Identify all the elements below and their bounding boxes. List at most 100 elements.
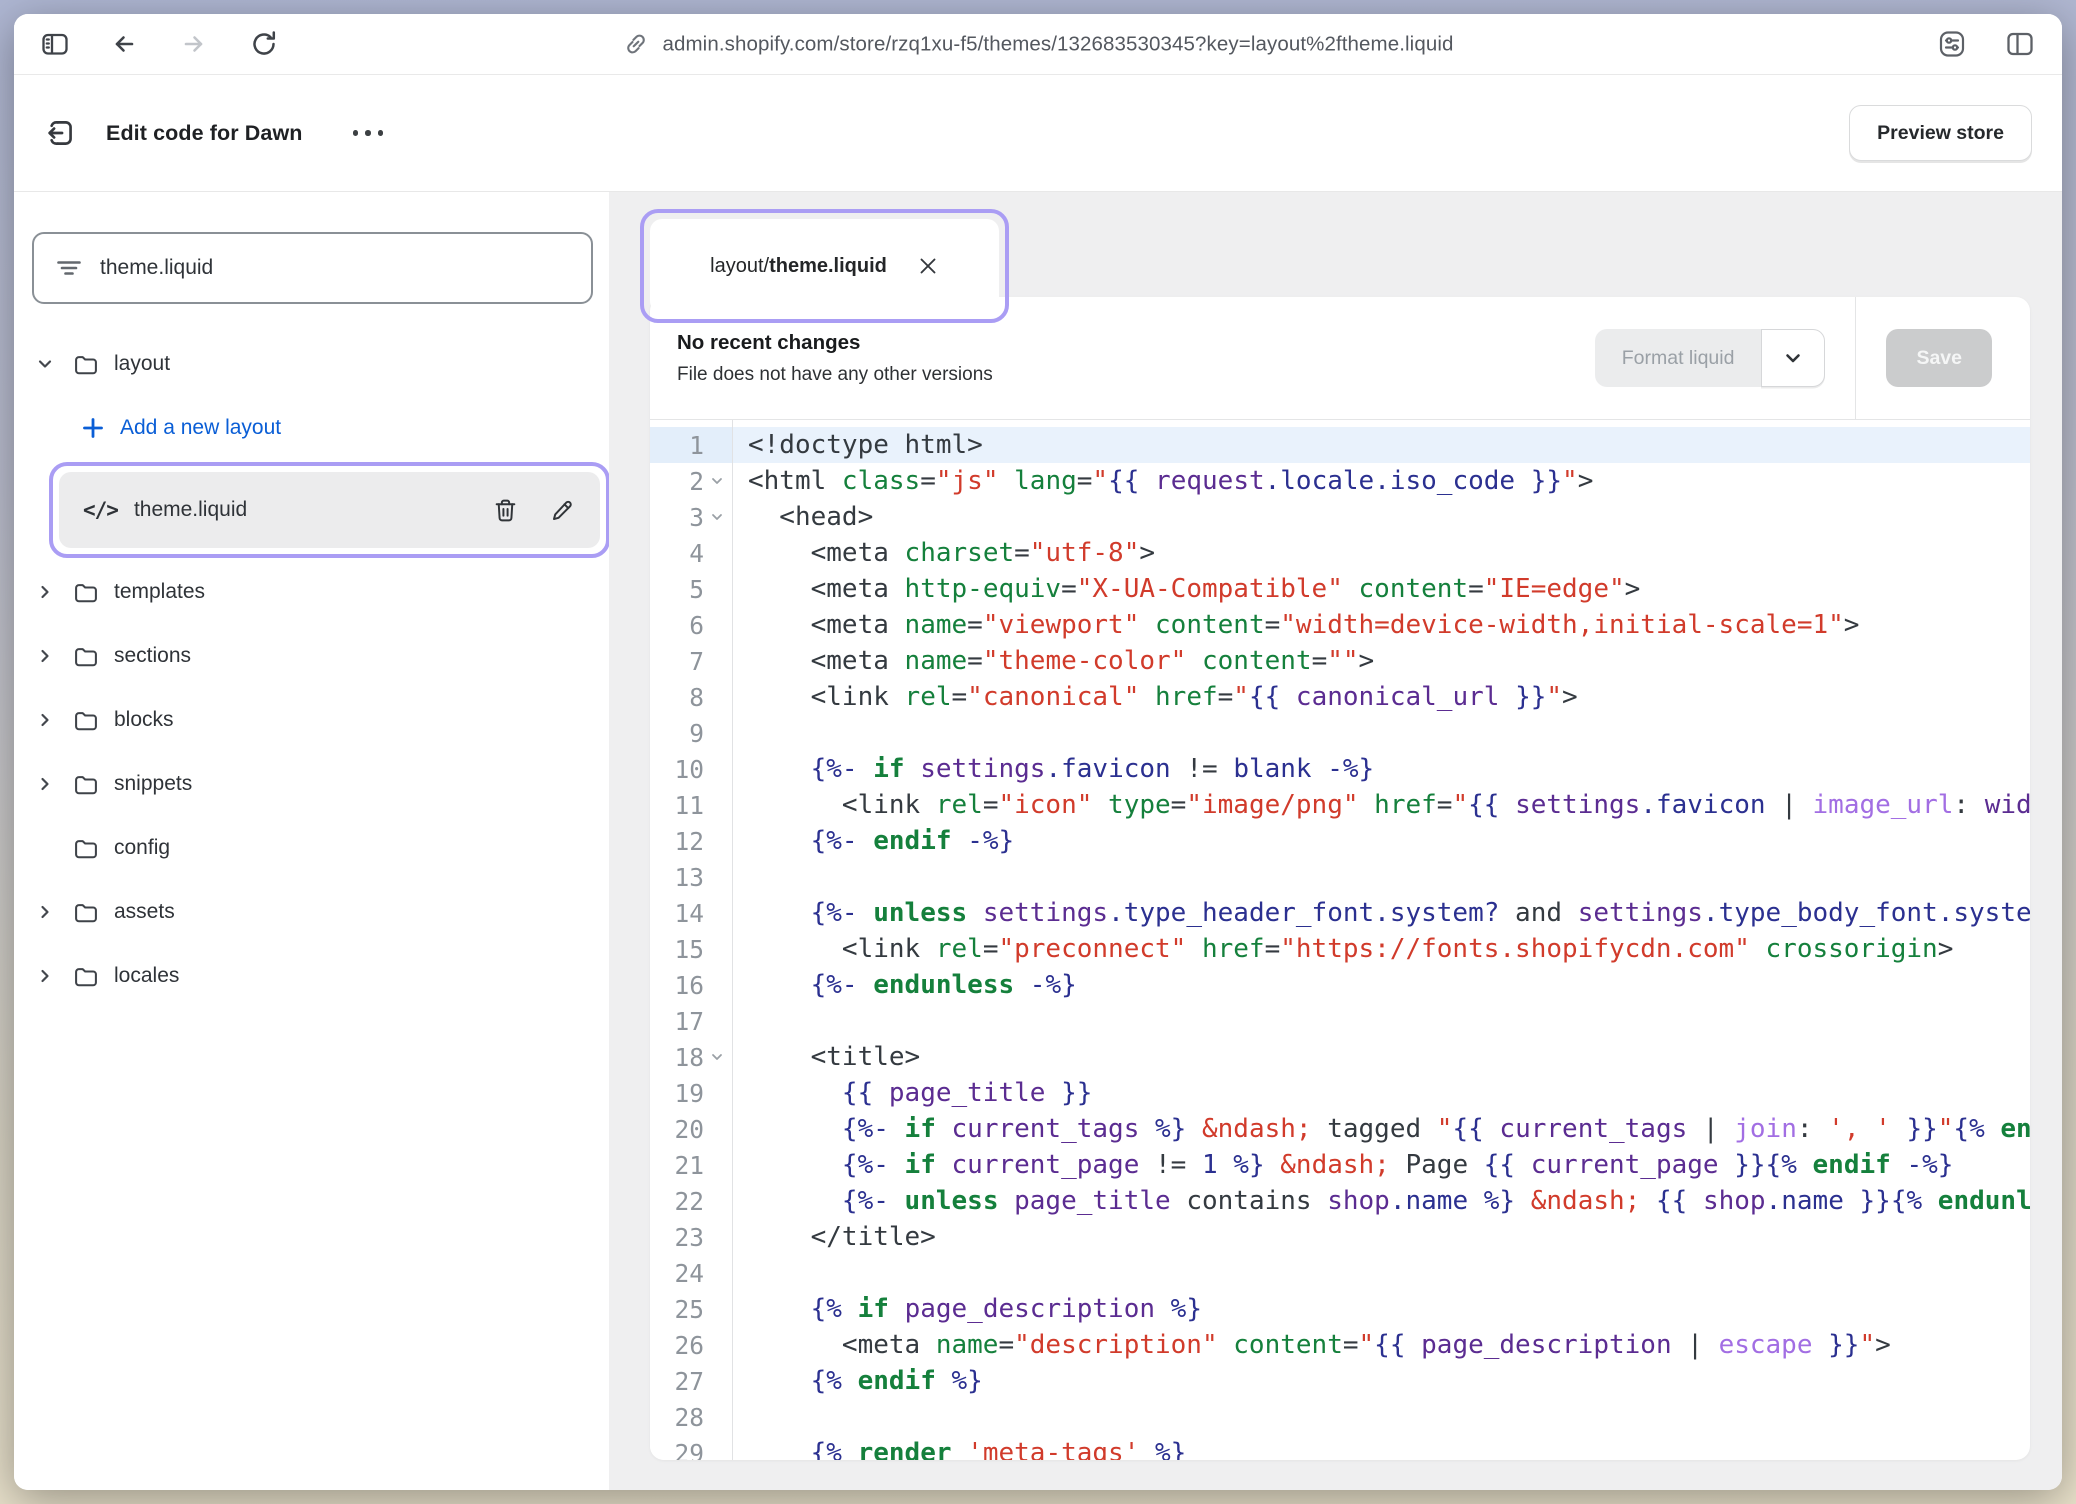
line-number: 18: [650, 1039, 732, 1075]
code-line[interactable]: <meta name="theme-color" content="">: [733, 643, 2030, 679]
chevron-right-icon[interactable]: [32, 582, 58, 602]
folder-label: assets: [114, 900, 175, 924]
page-settings-icon[interactable]: [1936, 28, 1968, 60]
code-line[interactable]: [733, 1399, 2030, 1435]
chevron-right-icon[interactable]: [32, 710, 58, 730]
sidebar-item-blocks[interactable]: blocks: [14, 688, 609, 752]
code-line[interactable]: <link rel="canonical" href="{{ canonical…: [733, 679, 2030, 715]
line-number: 14: [650, 895, 732, 931]
tab-layout-theme-liquid[interactable]: layout/theme.liquid: [650, 219, 999, 313]
code-line[interactable]: <link rel="icon" type="image/png" href="…: [733, 787, 2030, 823]
line-number-gutter: 1234567891011121314151617181920212223242…: [650, 420, 733, 1460]
toolbar-left-group: [40, 28, 280, 60]
rename-file-icon[interactable]: [547, 495, 578, 526]
file-actions: [490, 495, 578, 526]
fold-chevron-icon[interactable]: [704, 1049, 729, 1065]
sidebar-item-sections[interactable]: sections: [14, 624, 609, 688]
address-bar[interactable]: admin.shopify.com/store/rzq1xu-f5/themes…: [623, 31, 1454, 58]
chevron-right-icon[interactable]: [32, 774, 58, 794]
add-new-layout-button[interactable]: Add a new layout: [14, 396, 609, 460]
line-number: 28: [650, 1399, 732, 1435]
code-line[interactable]: </title>: [733, 1219, 2030, 1255]
sidebar-toggle-icon[interactable]: [40, 29, 70, 59]
format-options-dropdown[interactable]: [1761, 329, 1825, 387]
code-line[interactable]: [733, 1255, 2030, 1291]
sidebar-item-locales[interactable]: locales: [14, 944, 609, 1008]
sidebar-item-templates[interactable]: templates: [14, 560, 609, 624]
reload-icon[interactable]: [248, 28, 280, 60]
fold-chevron-icon[interactable]: [704, 509, 729, 525]
chevron-right-icon[interactable]: [32, 646, 58, 666]
code-line[interactable]: {{ page_title }}: [733, 1075, 2030, 1111]
version-texts: No recent changes File does not have any…: [677, 331, 993, 386]
version-bar-divider: [1855, 297, 1856, 419]
code-line[interactable]: <meta name="viewport" content="width=dev…: [733, 607, 2030, 643]
code-line[interactable]: <meta name="description" content="{{ pag…: [733, 1327, 2030, 1363]
back-icon[interactable]: [108, 28, 140, 60]
folder-icon: [72, 350, 100, 378]
code-line[interactable]: {% endif %}: [733, 1363, 2030, 1399]
format-liquid-button[interactable]: Format liquid: [1595, 329, 1762, 387]
sidebar-item-theme-liquid[interactable]: </>theme.liquid: [59, 472, 600, 548]
line-number: 11: [650, 787, 732, 823]
line-number: 2: [650, 463, 732, 499]
fold-chevron-icon[interactable]: [704, 473, 729, 489]
preview-store-button[interactable]: Preview store: [1849, 105, 2032, 161]
line-number: 13: [650, 859, 732, 895]
delete-file-icon[interactable]: [490, 495, 521, 526]
sidebar-item-config[interactable]: config: [14, 816, 609, 880]
save-button[interactable]: Save: [1886, 329, 1992, 387]
code-line[interactable]: {% if page_description %}: [733, 1291, 2030, 1327]
chevron-down-icon[interactable]: [32, 354, 58, 374]
code-line[interactable]: {%- unless page_title contains shop.name…: [733, 1183, 2030, 1219]
browser-window: admin.shopify.com/store/rzq1xu-f5/themes…: [14, 14, 2062, 1490]
folder-label: snippets: [114, 772, 192, 796]
app-header: Edit code for Dawn Preview store: [14, 75, 2062, 192]
file-sidebar: layout Add a new layout </>theme.liquid tem…: [14, 192, 609, 1490]
active-tab-highlight: layout/theme.liquid: [640, 209, 1009, 323]
plus-icon: [80, 415, 106, 441]
folder-label: config: [114, 836, 170, 860]
file-search-box: [32, 232, 593, 304]
code-line[interactable]: <!doctype html>: [733, 427, 2030, 463]
code-line[interactable]: [733, 1003, 2030, 1039]
sidebar-item-snippets[interactable]: snippets: [14, 752, 609, 816]
sidebar-item-layout[interactable]: layout: [14, 332, 609, 396]
code-line[interactable]: <link rel="preconnect" href="https://fon…: [733, 931, 2030, 967]
more-actions-icon[interactable]: [345, 122, 392, 144]
code-line[interactable]: [733, 715, 2030, 751]
chevron-right-icon[interactable]: [32, 966, 58, 986]
filter-icon: [56, 255, 82, 281]
code-line[interactable]: <title>: [733, 1039, 2030, 1075]
folder-icon: [72, 578, 100, 606]
code-line[interactable]: [733, 859, 2030, 895]
code-line[interactable]: <html class="js" lang="{{ request.locale…: [733, 463, 2030, 499]
code-line[interactable]: {%- endif -%}: [733, 823, 2030, 859]
sidebar-item-assets[interactable]: assets: [14, 880, 609, 944]
code-lines[interactable]: <!doctype html><html class="js" lang="{{…: [733, 420, 2030, 1460]
exit-editor-icon[interactable]: [44, 116, 78, 150]
code-line[interactable]: <meta http-equiv="X-UA-Compatible" conte…: [733, 571, 2030, 607]
close-tab-icon[interactable]: [917, 255, 939, 277]
code-line[interactable]: {%- if settings.favicon != blank -%}: [733, 751, 2030, 787]
folder-label: layout: [114, 352, 170, 376]
code-line[interactable]: {%- if current_page != 1 %} &ndash; Page…: [733, 1147, 2030, 1183]
line-number: 15: [650, 931, 732, 967]
code-editor[interactable]: 1234567891011121314151617181920212223242…: [650, 420, 2030, 1460]
code-line[interactable]: {% render 'meta-tags' %}: [733, 1435, 2030, 1460]
forward-icon[interactable]: [178, 28, 210, 60]
code-line[interactable]: {%- if current_tags %} &ndash; tagged "{…: [733, 1111, 2030, 1147]
split-view-icon[interactable]: [2004, 28, 2036, 60]
url-text: admin.shopify.com/store/rzq1xu-f5/themes…: [663, 32, 1454, 56]
code-line[interactable]: {%- endunless -%}: [733, 967, 2030, 1003]
code-line[interactable]: {%- unless settings.type_header_font.sys…: [733, 895, 2030, 931]
line-number: 24: [650, 1255, 732, 1291]
chevron-right-icon[interactable]: [32, 902, 58, 922]
code-line[interactable]: <head>: [733, 499, 2030, 535]
editor-main: layout/theme.liquid No recent changes Fi…: [609, 192, 2062, 1490]
line-number: 5: [650, 571, 732, 607]
add-layout-label: Add a new layout: [120, 416, 281, 440]
code-line[interactable]: <meta charset="utf-8">: [733, 535, 2030, 571]
folder-icon: [72, 706, 100, 734]
search-input[interactable]: [100, 256, 569, 280]
